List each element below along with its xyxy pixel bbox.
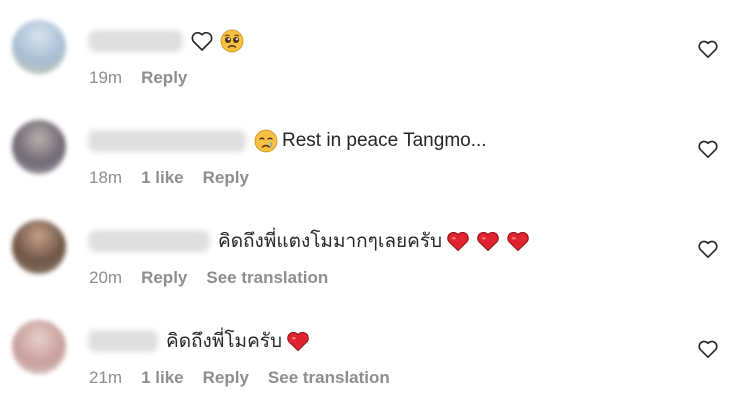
avatar[interactable] xyxy=(12,120,66,174)
see-translation-button[interactable]: See translation xyxy=(268,368,390,388)
like-heart-icon[interactable] xyxy=(697,139,719,159)
avatar[interactable] xyxy=(12,20,66,74)
like-heart-icon[interactable] xyxy=(697,339,719,359)
comment-list: 19m Reply Rest in peace Tangmo... 18m 1 … xyxy=(0,0,734,415)
comment-text: คิดถึงพี่โมครับ xyxy=(166,331,283,352)
reply-button[interactable]: Reply xyxy=(203,368,249,388)
emoji-group xyxy=(190,29,244,53)
comment-body: คิดถึงพี่แตงโมมากๆเลยครับ xyxy=(218,226,530,256)
comment-meta: 18m 1 like Reply xyxy=(89,168,268,188)
like-heart-icon[interactable] xyxy=(697,39,719,59)
red-heart-icon xyxy=(507,231,529,252)
username[interactable] xyxy=(88,30,183,52)
comment-body xyxy=(190,26,244,56)
comment-meta: 19m Reply xyxy=(89,68,206,88)
avatar[interactable] xyxy=(12,320,66,374)
red-heart-icon xyxy=(477,231,499,252)
comment-text: Rest in peace Tangmo... xyxy=(282,130,487,151)
reply-button[interactable]: Reply xyxy=(141,68,187,88)
username[interactable] xyxy=(88,130,246,152)
comment-meta: 21m 1 like Reply See translation xyxy=(89,368,409,388)
crying-face-icon xyxy=(254,129,278,153)
comment-body: Rest in peace Tangmo... xyxy=(254,126,487,156)
username[interactable] xyxy=(88,230,210,252)
red-heart-icon xyxy=(447,231,469,252)
reply-button[interactable]: Reply xyxy=(203,168,249,188)
white-heart-icon xyxy=(191,31,213,51)
comment-item: 19m Reply xyxy=(0,0,734,100)
timestamp[interactable]: 20m xyxy=(89,268,122,288)
reply-button[interactable]: Reply xyxy=(141,268,187,288)
emoji-group xyxy=(446,230,530,252)
timestamp[interactable]: 21m xyxy=(89,368,122,388)
avatar[interactable] xyxy=(12,220,66,274)
timestamp[interactable]: 18m xyxy=(89,168,122,188)
comment-item: คิดถึงพี่โมครับ 21m 1 like Reply See tra… xyxy=(0,300,734,400)
likes-count[interactable]: 1 like xyxy=(141,168,184,188)
username[interactable] xyxy=(88,330,158,352)
comment-item: คิดถึงพี่แตงโมมากๆเลยครับ 20m Reply See … xyxy=(0,200,734,300)
red-heart-icon xyxy=(287,331,309,352)
timestamp[interactable]: 19m xyxy=(89,68,122,88)
pleading-face-icon xyxy=(220,29,244,53)
comment-item: Rest in peace Tangmo... 18m 1 like Reply xyxy=(0,100,734,200)
see-translation-button[interactable]: See translation xyxy=(206,268,328,288)
comment-text: คิดถึงพี่แตงโมมากๆเลยครับ xyxy=(218,231,443,252)
likes-count[interactable]: 1 like xyxy=(141,368,184,388)
comment-body: คิดถึงพี่โมครับ xyxy=(166,326,310,356)
comment-meta: 20m Reply See translation xyxy=(89,268,347,288)
like-heart-icon[interactable] xyxy=(697,239,719,259)
